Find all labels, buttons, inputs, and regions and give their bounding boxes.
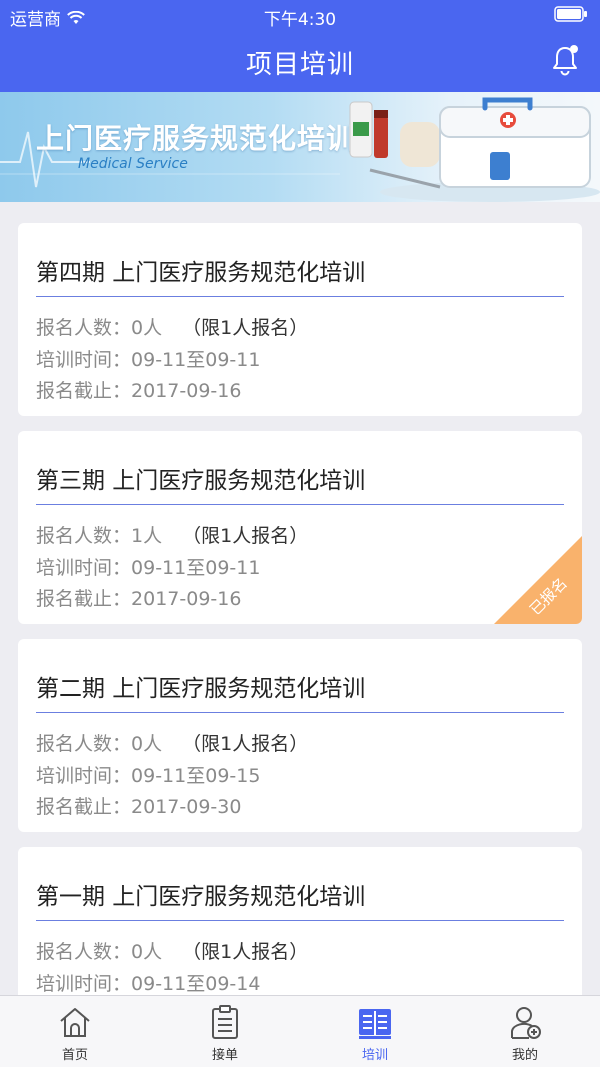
enrollment-row: 报名人数：0人 （限1人报名） [36, 313, 308, 340]
enroll-count: 0人 [131, 317, 163, 339]
deadline-value: 2017-09-16 [131, 380, 242, 402]
card-divider [36, 920, 564, 921]
time-value: 09-11至09-15 [131, 765, 261, 787]
training-time-row: 培训时间：09-11至09-11 [36, 553, 260, 580]
battery-icon [554, 6, 587, 22]
tab-training-label: 培训 [361, 1048, 388, 1063]
time-label: 培训时间： [36, 349, 132, 371]
tab-profile-label: 我的 [511, 1048, 538, 1063]
banner-subtitle: Medical Service [78, 156, 188, 172]
training-time-row: 培训时间：09-11至09-15 [36, 761, 260, 788]
time-value: 09-11至09-14 [131, 973, 261, 995]
time-label: 培训时间： [36, 973, 132, 995]
tab-orders-label: 接单 [211, 1048, 238, 1063]
enroll-limit: （限1人报名） [182, 317, 309, 339]
book-icon [359, 1009, 391, 1039]
enroll-limit: （限1人报名） [182, 733, 309, 755]
card-divider [36, 296, 564, 297]
training-card[interactable]: 第四期 上门医疗服务规范化培训 报名人数：0人 （限1人报名） 培训时间：09-1… [18, 223, 582, 416]
deadline-value: 2017-09-16 [131, 588, 242, 610]
clipboard-icon [212, 1005, 238, 1039]
deadline-value: 2017-09-30 [131, 796, 242, 818]
training-title: 第一期 上门医疗服务规范化培训 [36, 884, 366, 910]
training-title: 第三期 上门医疗服务规范化培训 [36, 468, 366, 494]
enroll-label: 报名人数： [36, 525, 132, 547]
training-title: 第四期 上门医疗服务规范化培训 [36, 260, 366, 286]
bottom-tab-bar: 首页 接单 培训 我的 [0, 995, 600, 1067]
training-card[interactable]: 第三期 上门医疗服务规范化培训 报名人数：1人 （限1人报名） 培训时间：09-1… [18, 431, 582, 624]
time-label: 培训时间： [36, 557, 132, 579]
status-bar: 运营商 下午4:30 [0, 0, 600, 30]
status-time: 下午4:30 [263, 10, 337, 30]
card-divider [36, 712, 564, 713]
enroll-label: 报名人数： [36, 733, 132, 755]
enrollment-row: 报名人数：0人 （限1人报名） [36, 729, 308, 756]
page-title: 项目培训 [245, 50, 354, 80]
tab-training[interactable]: 培训 [300, 996, 450, 1067]
deadline-label: 报名截止： [36, 796, 132, 818]
enroll-label: 报名人数： [36, 941, 132, 963]
enrollment-row: 报名人数：1人 （限1人报名） [36, 521, 308, 548]
training-time-row: 培训时间：09-11至09-11 [36, 345, 260, 372]
home-icon [60, 1008, 90, 1037]
time-value: 09-11至09-11 [131, 557, 261, 579]
enroll-count: 1人 [131, 525, 163, 547]
deadline-label: 报名截止： [36, 380, 132, 402]
deadline-row: 报名截止：2017-09-16 [36, 584, 241, 611]
time-label: 培训时间： [36, 765, 132, 787]
training-title: 第二期 上门医疗服务规范化培训 [36, 676, 366, 702]
deadline-label: 报名截止： [36, 588, 132, 610]
promo-banner[interactable]: 上门医疗服务规范化培训 Medical Service [0, 92, 600, 202]
tab-profile[interactable]: 我的 [450, 996, 600, 1067]
training-card[interactable]: 第二期 上门医疗服务规范化培训 报名人数：0人 （限1人报名） 培训时间：09-1… [18, 639, 582, 832]
enroll-count: 0人 [131, 733, 163, 755]
tab-orders[interactable]: 接单 [150, 996, 300, 1067]
medical-kit-illustration [349, 97, 600, 202]
user-icon [511, 1007, 541, 1039]
training-time-row: 培训时间：09-11至09-14 [36, 969, 260, 996]
enroll-label: 报名人数： [36, 317, 132, 339]
app-header: 运营商 下午4:30 项目培训 [0, 0, 600, 92]
tab-home[interactable]: 首页 [0, 996, 150, 1067]
enroll-limit: （限1人报名） [182, 941, 309, 963]
banner-title: 上门医疗服务规范化培训 [36, 122, 356, 155]
notification-bell-icon[interactable] [550, 44, 580, 76]
enrolled-badge: 已报名 [494, 536, 582, 624]
deadline-row: 报名截止：2017-09-16 [36, 376, 241, 403]
enroll-limit: （限1人报名） [182, 525, 309, 547]
deadline-row: 报名截止：2017-09-30 [36, 792, 241, 819]
enrollment-row: 报名人数：0人 （限1人报名） [36, 937, 308, 964]
time-value: 09-11至09-11 [131, 349, 261, 371]
enroll-count: 0人 [131, 941, 163, 963]
tab-home-label: 首页 [61, 1048, 88, 1063]
card-divider [36, 504, 564, 505]
